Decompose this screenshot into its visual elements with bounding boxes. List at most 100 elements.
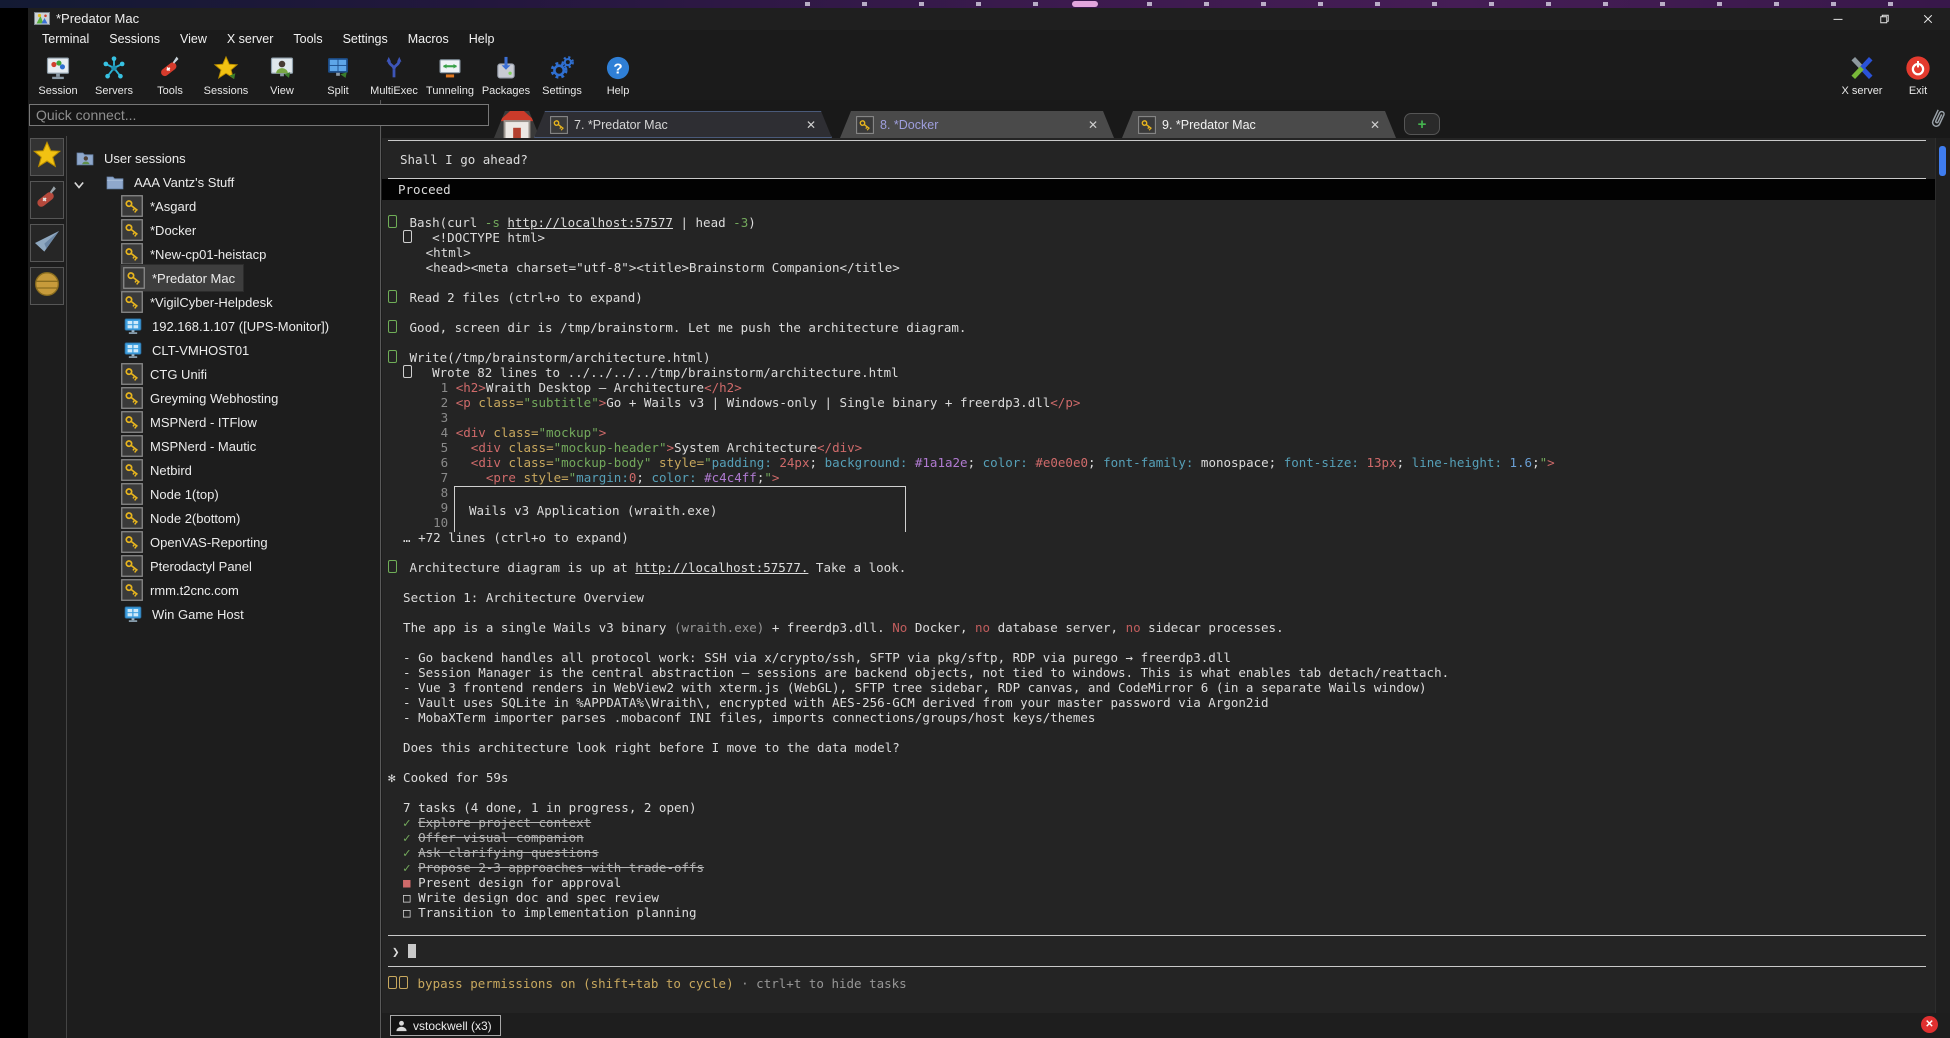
toolbar-help-button[interactable]: ?Help (590, 52, 646, 97)
window-title: *Predator Mac (56, 11, 139, 26)
session-item-user-sessions[interactable]: User sessions (67, 146, 380, 170)
toolbar-sessions-button[interactable]: Sessions (198, 52, 254, 97)
session-item-vigilcyber-helpdesk[interactable]: *VigilCyber-Helpdesk (67, 290, 380, 314)
toolbar-servers-button[interactable]: Servers (86, 52, 142, 97)
menu-x-server[interactable]: X server (217, 30, 284, 48)
tab-home[interactable] (494, 111, 540, 138)
rail-knife-tab[interactable] (30, 181, 64, 219)
session-item-aaa-vantz-s-stuff[interactable]: AAA Vantz's Stuff (67, 170, 380, 194)
menu-view[interactable]: View (170, 30, 217, 48)
exit-power-icon (1904, 54, 1932, 82)
session-item-label: *VigilCyber-Helpdesk (150, 295, 273, 310)
terminal-text: <div (456, 425, 494, 440)
tab-8-docker[interactable]: 8. *Docker✕ (840, 111, 1114, 138)
menu-help[interactable]: Help (459, 30, 505, 48)
rail-globe-tab[interactable] (30, 267, 64, 305)
rail-star-tab[interactable] (30, 138, 64, 176)
toolbar-session-button[interactable]: Session (30, 52, 86, 97)
menu-terminal[interactable]: Terminal (32, 30, 99, 48)
maximize-button[interactable] (1860, 8, 1905, 30)
permission-question: Shall I go ahead? (388, 141, 1936, 178)
menu-settings[interactable]: Settings (333, 30, 398, 48)
session-item-pterodactyl-panel[interactable]: Pterodactyl Panel (67, 554, 380, 578)
toolbar-view-label: View (270, 85, 294, 97)
scrollbar-thumb[interactable] (1939, 146, 1946, 176)
toolbar-multiexec-button[interactable]: MultiExec (366, 52, 422, 97)
terminal-line: 1 <h2>Wraith Desktop — Architecture</h2> (388, 380, 1936, 395)
tab-close-icon[interactable]: ✕ (1370, 118, 1380, 132)
tab-7-predator-mac[interactable]: 7. *Predator Mac✕ (534, 111, 832, 138)
paperclip-icon[interactable] (1926, 106, 1948, 132)
minimize-button[interactable] (1815, 8, 1860, 30)
alert-close-icon[interactable]: ✕ (1921, 1016, 1938, 1033)
close-button[interactable] (1905, 8, 1950, 30)
terminal-text: Proceed (398, 182, 451, 197)
menu-sessions[interactable]: Sessions (99, 30, 170, 48)
key-icon (121, 459, 143, 481)
toolbar-split-button[interactable]: Split (310, 52, 366, 97)
terminal-line: □ Write design doc and spec review (388, 890, 1936, 905)
quick-connect-input[interactable] (29, 104, 489, 126)
rail-paper-plane-tab[interactable] (30, 224, 64, 262)
toolbar-tools-button[interactable]: Tools (142, 52, 198, 97)
toolbar-settings-button[interactable]: Settings (534, 52, 590, 97)
toolbar-x-server-button[interactable]: X server (1834, 52, 1890, 97)
session-item-192-168-1-107-ups-monitor[interactable]: 192.168.1.107 ([UPS-Monitor]) (67, 314, 380, 338)
terminal-text: Read 2 files (ctrl+o to expand) (402, 290, 643, 305)
terminal-blank-line (388, 335, 1936, 350)
session-item-rmm-t2cnc-com[interactable]: rmm.t2cnc.com (67, 578, 380, 602)
terminal-blank-line (388, 200, 1936, 215)
session-user-button[interactable]: vstockwell (x3) (390, 1015, 501, 1036)
add-tab-button[interactable]: + (1404, 113, 1440, 135)
session-item-asgard[interactable]: *Asgard (67, 194, 380, 218)
session-item-docker[interactable]: *Docker (67, 218, 380, 242)
missing-glyph-box (403, 365, 412, 378)
tab-9-predator-mac[interactable]: 9. *Predator Mac✕ (1122, 111, 1396, 138)
terminal-line: Good, screen dir is /tmp/brainstorm. Let… (388, 320, 1936, 335)
menu-macros[interactable]: Macros (398, 30, 459, 48)
terminal-text: <html> (388, 245, 471, 260)
terminal-text: 8 (388, 485, 448, 500)
user-folder-icon (73, 148, 97, 168)
terminal-output[interactable]: Shall I go ahead?Proceed Bash(curl -s ht… (382, 138, 1936, 1013)
terminal-text: Ask clarifying questions (418, 845, 599, 860)
terminal-blank-line (388, 575, 1936, 590)
menu-tools[interactable]: Tools (283, 30, 332, 48)
terminal-text: ; (810, 455, 825, 470)
session-item-mspnerd-itflow[interactable]: MSPNerd - ITFlow (67, 410, 380, 434)
architecture-diagram-box: Wails v3 Application (wraith.exe) (454, 486, 906, 532)
terminal-text: > (599, 425, 607, 440)
session-item-node-2-bottom[interactable]: Node 2(bottom) (67, 506, 380, 530)
terminal-prompt[interactable]: ❯ (388, 936, 1936, 966)
terminal-text: style= (659, 455, 704, 470)
tab-close-icon[interactable]: ✕ (806, 118, 816, 132)
session-item-predator-mac[interactable]: *Predator Mac (67, 266, 380, 290)
terminal-line: 7 tasks (4 done, 1 in progress, 2 open) (388, 800, 1936, 815)
terminal-text: " (704, 455, 712, 470)
session-item-new-cp01-heistacp[interactable]: *New-cp01-heistacp (67, 242, 380, 266)
terminal-link[interactable]: http://localhost:57577 (507, 215, 673, 230)
toolbar-packages-button[interactable]: Packages (478, 52, 534, 97)
tab-close-icon[interactable]: ✕ (1088, 118, 1098, 132)
session-item-win-game-host[interactable]: Win Game Host (67, 602, 380, 626)
session-item-ctg-unifi[interactable]: CTG Unifi (67, 362, 380, 386)
session-item-openvas-reporting[interactable]: OpenVAS-Reporting (67, 530, 380, 554)
toolbar-packages-label: Packages (482, 85, 530, 97)
session-item-greyming-webhosting[interactable]: Greyming Webhosting (67, 386, 380, 410)
terminal-link[interactable]: http://localhost:57577. (635, 560, 808, 575)
terminal-text: </p> (1050, 395, 1080, 410)
session-item-netbird[interactable]: Netbird (67, 458, 380, 482)
toolbar-tunneling-button[interactable]: Tunneling (422, 52, 478, 97)
proceed-option-selected[interactable]: Proceed (382, 179, 1936, 200)
terminal-scrollbar[interactable] (1935, 138, 1950, 1013)
folder-icon (103, 172, 127, 192)
terminal-text: - Vue 3 frontend renders in WebView2 wit… (388, 680, 1427, 695)
toolbar: SessionServersToolsSessions View SplitMult… (28, 48, 1950, 108)
session-item-node-1-top[interactable]: Node 1(top) (67, 482, 380, 506)
toolbar-exit-button[interactable]: Exit (1890, 52, 1946, 97)
terminal-text (456, 455, 471, 470)
toolbar-view-button[interactable]: View (254, 52, 310, 97)
session-item-mspnerd-mautic[interactable]: MSPNerd - Mautic (67, 434, 380, 458)
terminal-text: 13px (1359, 455, 1397, 470)
session-item-clt-vmhost01[interactable]: CLT-VMHOST01 (67, 338, 380, 362)
